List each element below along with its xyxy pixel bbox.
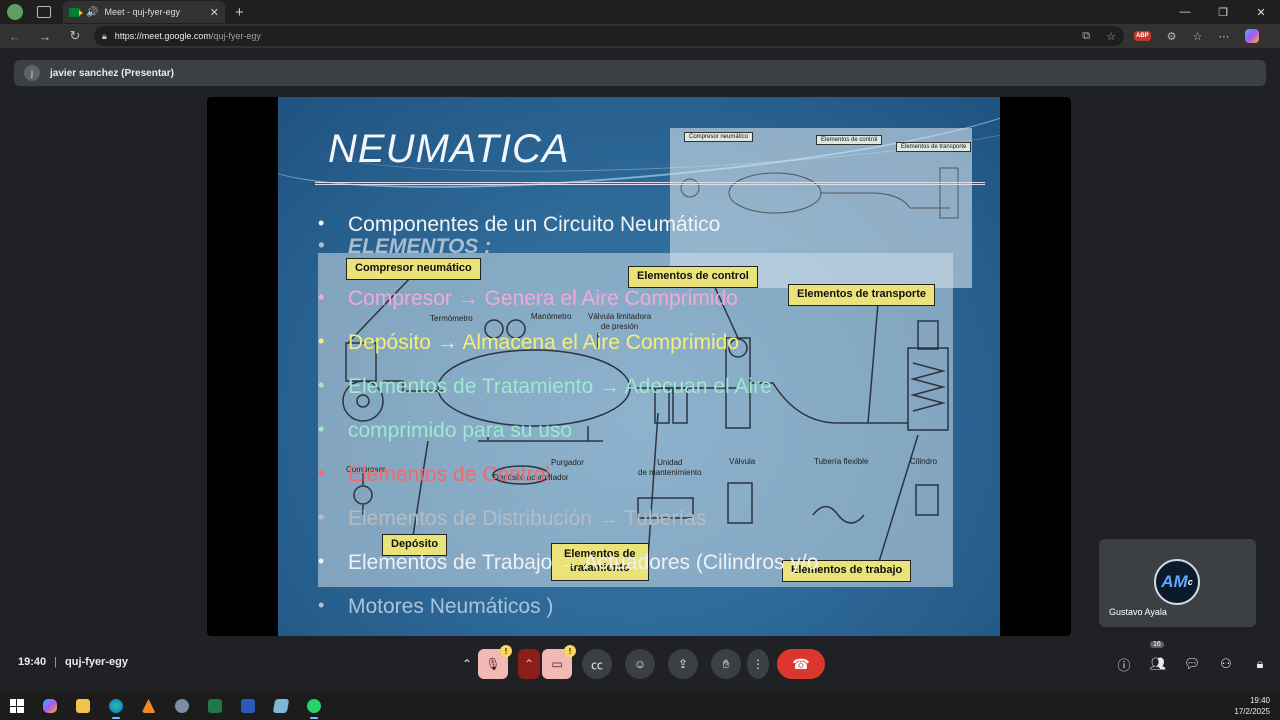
extensions-puzzle-icon[interactable]: ⚙ [1167,30,1177,43]
meeting-time: 19:40 [18,656,47,668]
captions-button[interactable]: ㏄ [582,649,612,679]
forward-icon[interactable]: → [30,29,60,44]
bullet-item: Elementos de Trabajo → Actuadores (Cilin… [318,551,818,575]
meeting-code: quj-fyer-egy [65,656,128,668]
clock-time: 19:40 [1249,696,1270,705]
start-button[interactable] [0,692,33,720]
browser-tab-meet[interactable]: 🔊 Meet - quj-fyer-egy ✕ [63,1,225,23]
browser-profile-icon[interactable] [7,4,23,20]
slide-title: NEUMATICA [328,127,570,171]
menu-dots-icon[interactable]: ⋯ [1218,30,1229,43]
bullet-item: Elementos de Control [318,463,550,487]
video-options-chevron-icon[interactable]: ⌃ [518,649,540,679]
participant-tile[interactable]: AM c Gustavo Ayala [1099,539,1256,627]
bullet-item: Componentes de un Circuito Neumático [318,213,720,237]
label-valvula: Válvula [729,457,756,466]
notes-icon[interactable] [264,692,297,720]
word-icon[interactable] [231,692,264,720]
copilot-taskbar-icon[interactable] [33,692,66,720]
window-controls: — ❐ ✕ [1166,6,1280,19]
side-panel-controls: ⓘ 👥︎ 16 💬︎ ⚇ 🔒︎ [1115,641,1269,673]
file-explorer-icon[interactable] [66,692,99,720]
bullet-item: Elementos de Distribución → Tuberías [318,507,706,531]
lock-icon[interactable]: 🔒︎ [102,31,107,42]
meeting-info: 19:40 | quj-fyer-egy [18,656,128,668]
address-bar[interactable]: 🔒︎ https://meet.google.com/quj-fyer-egy … [94,26,1124,46]
meeting-details-icon[interactable]: ⓘ [1115,655,1133,673]
label-cilindro: Cilindro [910,457,938,466]
chat-icon[interactable]: 💬︎ [1183,655,1201,673]
edge-browser-icon[interactable] [99,692,132,720]
favorites-icon[interactable]: ☆ [1193,30,1203,43]
warning-icon: ! [500,645,512,657]
bullet-continuation: comprimido para su uso [318,419,572,443]
minimize-icon[interactable]: — [1166,6,1204,19]
microphone-button[interactable]: 🎙︎! [478,645,512,679]
camera-button[interactable]: ▭! [542,645,576,679]
label-valvula-limitadora: Válvula limitadora de presión [588,312,652,331]
participant-logo: AM c [1154,559,1200,605]
excel-icon[interactable] [198,692,231,720]
audio-options-chevron-icon[interactable]: ⌃ [458,649,476,679]
install-app-icon[interactable]: ⧉ [1082,30,1090,43]
tab-actions-icon[interactable] [37,6,51,18]
label-manometro: Manómetro [531,312,572,321]
presenter-avatar: j [24,65,40,81]
people-count-badge: 16 [1150,641,1164,648]
system-clock[interactable]: 19:40 17/2/2025 [1234,695,1270,717]
bullet-item: Compresor → Genera el Aire Comprimido [318,287,738,311]
favorite-star-icon[interactable]: ☆ [1106,30,1116,43]
close-tab-icon[interactable]: ✕ [210,6,219,19]
label-purgador: Purgador [551,458,584,467]
url-host: https://meet.google.com [114,31,211,41]
activities-icon[interactable]: ⚇ [1217,655,1235,673]
browser-tab-bar: 🔊 Meet - quj-fyer-egy ✕ + — ❐ ✕ [0,0,1280,24]
new-tab-icon[interactable]: + [235,4,244,21]
presentation-stage: Compresor neumático Elementos de control… [207,97,1071,636]
vlc-icon[interactable] [132,692,165,720]
close-window-icon[interactable]: ✕ [1242,6,1280,19]
clock-date: 17/2/2025 [1234,707,1270,716]
presenter-bar: j javier sanchez (Presentar) [14,60,1266,86]
label-compresor-neumatico: Compresor neumático [346,258,481,280]
bullet-item: Depósito → Almacena el Aire Comprimido [318,331,739,355]
label-elementos-transporte: Elementos de transporte [788,284,935,306]
bullet-item: ELEMENTOS : [318,235,491,259]
whatsapp-icon[interactable] [297,692,330,720]
warning-icon: ! [564,645,576,657]
extensions-area: ABP ⚙ ☆ ⋯ [1134,29,1260,43]
title-rule [315,182,985,185]
raise-hand-button[interactable]: ✋︎ [711,649,741,679]
end-call-button[interactable]: ☎ [777,649,825,679]
present-button[interactable]: ⇪ [668,649,698,679]
speaker-icon[interactable]: 🔊 [86,7,98,18]
people-icon[interactable]: 👥︎ 16 [1149,641,1167,673]
label-termometro: Termómetro [430,314,473,323]
more-options-button[interactable]: ⋮ [747,649,769,679]
call-controls: ⌃ 🎙︎! ⌃ ▭! ㏄ ☺ ⇪ ✋︎ ⋮ ☎ [458,645,825,680]
url-path: /quj-fyer-egy [210,31,261,41]
participant-name: Gustavo Ayala [1109,607,1167,617]
copilot-icon[interactable] [1245,29,1260,43]
label-unidad-mantenimiento: Unidad de mantenimiento [638,458,702,477]
label-tuberia-flexible: Tubería flexible [814,457,869,466]
bullet-continuation: Motores Neumáticos ) [318,595,553,619]
adblock-extension-icon[interactable]: ABP [1134,31,1151,41]
host-controls-icon[interactable]: 🔒︎ [1251,655,1269,673]
back-icon[interactable]: ← [0,29,30,44]
bullet-item: Elementos de Tratamiento → Adecuan el Ai… [318,375,772,399]
browser-toolbar: ← → ↻ 🔒︎ https://meet.google.com/quj-fye… [0,24,1280,48]
reactions-button[interactable]: ☺ [625,649,655,679]
meet-favicon-icon [69,7,83,17]
windows-taskbar: 19:40 17/2/2025 [0,692,1280,720]
windows-logo-icon [9,699,24,713]
separator: | [54,656,57,668]
tab-title: Meet - quj-fyer-egy [104,7,180,17]
reload-icon[interactable]: ↻ [60,28,90,44]
restore-icon[interactable]: ❐ [1204,6,1242,19]
presenter-label: javier sanchez (Presentar) [50,67,174,79]
presentation-slide: Compresor neumático Elementos de control… [278,97,1000,636]
label-elementos-control: Elementos de control [628,266,758,288]
app-icon[interactable] [165,692,198,720]
